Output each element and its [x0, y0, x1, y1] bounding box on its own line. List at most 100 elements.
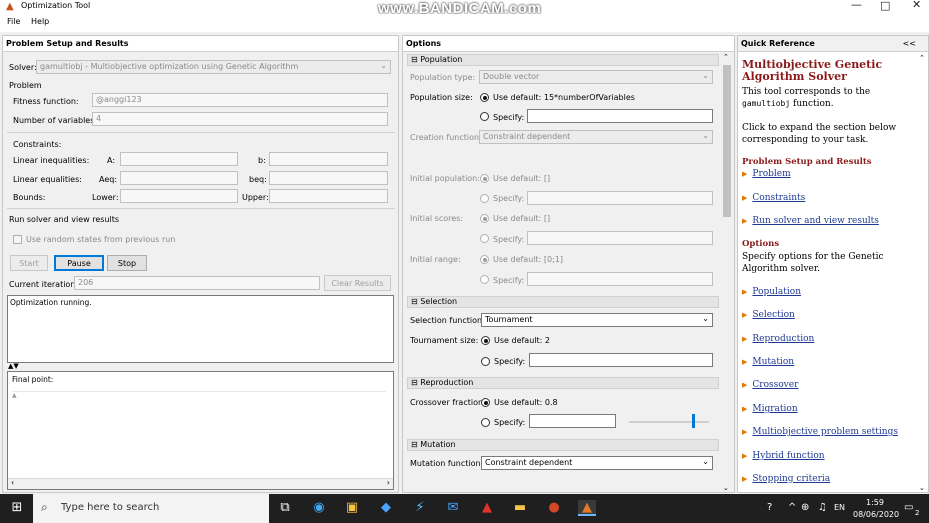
- link-selection[interactable]: ▶ Selection: [742, 310, 795, 320]
- maximize-button[interactable]: □: [880, 0, 890, 12]
- initial-population-default-radio[interactable]: [480, 174, 489, 183]
- clear-results-button[interactable]: Clear Results: [324, 275, 391, 291]
- collapse-button[interactable]: <<: [903, 39, 916, 48]
- tournament-size-field[interactable]: [529, 353, 713, 367]
- link-multiobjective-settings[interactable]: ▶ Multiobjective problem settings: [742, 427, 898, 437]
- crossover-slider-track[interactable]: [629, 421, 709, 423]
- language-icon[interactable]: EN: [834, 503, 845, 512]
- tournament-size-specify-radio[interactable]: [481, 357, 490, 366]
- lightning-app-icon[interactable]: ⚡: [411, 500, 429, 516]
- scroll-up-icon[interactable]: ⌃: [919, 54, 925, 62]
- mutation-function-dropdown[interactable]: Constraint dependent ⌄: [481, 456, 713, 470]
- link-population[interactable]: ▶ Population: [742, 287, 801, 297]
- initial-population-field[interactable]: [527, 191, 713, 205]
- population-type-dropdown[interactable]: Double vector ⌄: [479, 70, 713, 84]
- fitness-function-field[interactable]: @anggi123: [92, 93, 388, 107]
- aeq-matrix-field[interactable]: [120, 171, 238, 185]
- quick-reference-scrollbar[interactable]: ⌃ ⌄: [918, 54, 928, 492]
- minimize-button[interactable]: —: [851, 0, 862, 11]
- crossover-specify-radio[interactable]: [481, 418, 490, 427]
- a-matrix-field[interactable]: [120, 152, 238, 166]
- expand-instructions: Click to expand the section below corres…: [742, 123, 897, 145]
- upper-bound-field[interactable]: [269, 189, 388, 203]
- population-size-specify-radio[interactable]: [480, 112, 489, 121]
- initial-scores-default-radio[interactable]: [480, 214, 489, 223]
- b-vector-field[interactable]: [269, 152, 388, 166]
- link-hybrid-function[interactable]: ▶ Hybrid function: [742, 451, 825, 461]
- scroll-down-icon[interactable]: ⌄: [919, 484, 925, 492]
- acrobat-icon[interactable]: ▲: [478, 500, 496, 516]
- bounds-label: Bounds:: [13, 193, 46, 202]
- creation-function-dropdown[interactable]: Constraint dependent ⌄: [479, 130, 713, 144]
- intro-code: gamultiobj: [742, 99, 791, 108]
- selection-function-dropdown[interactable]: Tournament ⌄: [481, 313, 713, 327]
- link-mutation[interactable]: ▶ Mutation: [742, 357, 794, 367]
- link-run-solver[interactable]: ▶ Run solver and view results: [742, 216, 879, 226]
- stop-button[interactable]: Stop: [107, 255, 147, 271]
- windows-start-icon[interactable]: ⊞: [8, 500, 26, 516]
- link-problem[interactable]: ▶ Problem: [742, 169, 791, 179]
- solver-dropdown[interactable]: gamultiobj - Multiobjective optimization…: [36, 60, 391, 74]
- link-reproduction[interactable]: ▶ Reproduction: [742, 334, 814, 344]
- initial-range-specify-radio[interactable]: [480, 275, 489, 284]
- triangle-right-icon: ▶: [742, 475, 748, 483]
- number-of-variables-field[interactable]: 4: [92, 112, 388, 126]
- file-explorer-icon[interactable]: ▬: [511, 500, 529, 516]
- dropbox-icon[interactable]: ◆: [377, 500, 395, 516]
- link-crossover[interactable]: ▶ Crossover: [742, 380, 798, 390]
- task-view-icon[interactable]: ⧉: [276, 500, 294, 516]
- matlab-taskbar-icon[interactable]: ▲: [578, 500, 596, 516]
- beq-vector-field[interactable]: [269, 171, 388, 185]
- volume-icon[interactable]: ♫: [818, 502, 827, 513]
- show-hidden-icons-icon[interactable]: ^: [788, 502, 796, 513]
- initial-range-default-radio[interactable]: [480, 255, 489, 264]
- random-states-checkbox[interactable]: [13, 235, 22, 244]
- clock-time[interactable]: 1:59: [866, 498, 884, 507]
- initial-scores-field[interactable]: [527, 231, 713, 245]
- clock-date[interactable]: 08/06/2020: [853, 510, 899, 519]
- menu-help[interactable]: Help: [31, 17, 49, 26]
- store-icon[interactable]: ▣: [343, 500, 361, 516]
- taskbar-search-box[interactable]: ⌕ Type here to search: [33, 494, 269, 523]
- initial-range-field[interactable]: [527, 272, 713, 286]
- crossover-fraction-field[interactable]: [529, 414, 616, 428]
- population-size-field[interactable]: [527, 109, 713, 123]
- network-icon[interactable]: ⊕: [801, 502, 809, 513]
- scroll-right-icon[interactable]: ›: [387, 478, 390, 487]
- scrollbar-thumb[interactable]: [723, 65, 731, 217]
- pause-button[interactable]: Pause: [54, 255, 104, 271]
- lower-bound-field[interactable]: [120, 189, 238, 203]
- crossover-slider-thumb[interactable]: [692, 414, 695, 428]
- link-stopping-criteria[interactable]: ▶ Stopping criteria: [742, 474, 830, 484]
- tournament-size-default-radio[interactable]: [481, 336, 490, 345]
- initial-population-specify-radio[interactable]: [480, 194, 489, 203]
- menu-file[interactable]: File: [7, 17, 20, 26]
- scroll-left-icon[interactable]: ‹: [11, 478, 14, 487]
- population-section-header[interactable]: ⊟ Population: [407, 54, 719, 66]
- notifications-icon[interactable]: ▭: [904, 502, 913, 513]
- options-scrollbar[interactable]: ⌃ ⌄: [721, 53, 733, 492]
- close-button[interactable]: ✕: [912, 0, 921, 11]
- mutation-section-header[interactable]: ⊟ Mutation: [407, 439, 719, 451]
- problem-setup-header: Problem Setup and Results: [3, 36, 398, 52]
- start-button[interactable]: Start: [10, 255, 48, 271]
- window-title: Optimization Tool: [21, 1, 91, 10]
- link-migration[interactable]: ▶ Migration: [742, 404, 798, 414]
- help-icon[interactable]: ?: [767, 502, 772, 513]
- selection-section-header[interactable]: ⊟ Selection: [407, 296, 719, 308]
- link-constraints[interactable]: ▶ Constraints: [742, 193, 805, 203]
- search-icon: ⌕: [41, 500, 48, 514]
- tournament-size-label: Tournament size:: [410, 336, 479, 345]
- reproduction-section-header[interactable]: ⊟ Reproduction: [407, 377, 719, 389]
- scroll-up-icon[interactable]: ⌃: [723, 53, 729, 61]
- splitter-arrows-icon[interactable]: ▲▼: [8, 362, 19, 370]
- initial-scores-specify-radio[interactable]: [480, 234, 489, 243]
- crossover-default-radio[interactable]: [481, 398, 490, 407]
- scroll-down-icon[interactable]: ⌄: [723, 484, 729, 492]
- mail-icon[interactable]: ✉: [444, 500, 462, 516]
- horizontal-scrollbar[interactable]: ‹ ›: [8, 478, 393, 489]
- quick-reference-header: Quick Reference <<: [738, 36, 928, 52]
- powerpoint-icon[interactable]: ●: [545, 500, 563, 516]
- population-size-default-radio[interactable]: [480, 93, 489, 102]
- edge-browser-icon[interactable]: ◉: [310, 500, 328, 516]
